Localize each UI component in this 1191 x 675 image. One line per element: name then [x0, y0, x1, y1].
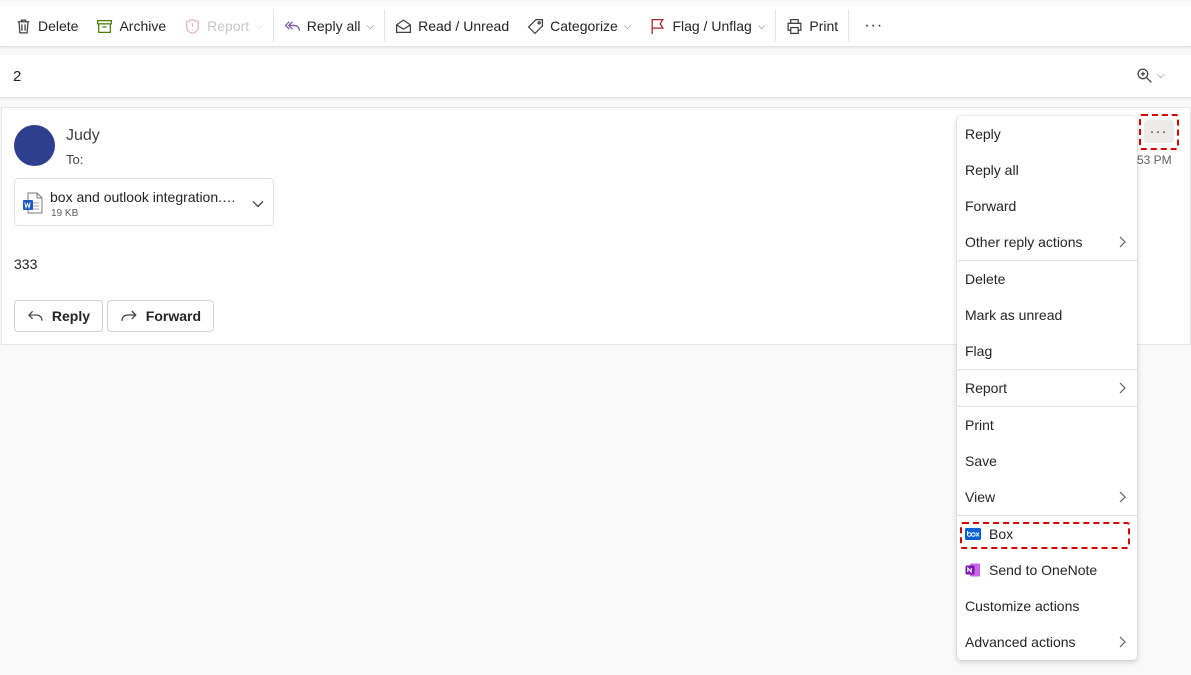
- box-logo-icon: [965, 528, 981, 540]
- menu-item-advanced-actions[interactable]: Advanced actions: [957, 624, 1137, 660]
- forward-label: Forward: [145, 308, 201, 324]
- menu-item-save[interactable]: Save: [957, 443, 1137, 479]
- menu-item-flag[interactable]: Flag: [957, 333, 1137, 369]
- chevron-down-icon[interactable]: [251, 197, 265, 211]
- read-unread-label: Read / Unread: [418, 18, 510, 34]
- categorize-label: Categorize: [550, 18, 618, 34]
- menu-item-label: Print: [965, 417, 994, 433]
- flag-label: Flag / Unflag: [672, 18, 752, 34]
- menu-item-report[interactable]: Report: [957, 370, 1137, 406]
- word-doc-icon: [23, 192, 43, 214]
- zoom-in-icon: [1137, 68, 1152, 83]
- menu-item-label: Reply: [965, 126, 1001, 142]
- report-label: Report: [207, 18, 250, 34]
- menu-item-label: Report: [965, 380, 1008, 396]
- reply-all-button[interactable]: Reply all ⌵: [275, 10, 383, 42]
- envelope-open-icon: [396, 18, 412, 33]
- menu-item-label: View: [965, 489, 996, 505]
- toolbar-divider: [384, 10, 386, 42]
- printer-icon: [787, 18, 802, 34]
- menu-item-label: Reply all: [965, 162, 1019, 178]
- chevron-down-icon: ⌵: [757, 20, 766, 32]
- menu-item-label: Customize actions: [965, 598, 1080, 614]
- reply-icon: [28, 310, 43, 321]
- archive-label: Archive: [119, 18, 167, 34]
- reply-button[interactable]: Reply: [14, 300, 103, 332]
- menu-item-label: Send to OneNote: [989, 562, 1098, 578]
- menu-item-view[interactable]: View: [957, 479, 1137, 515]
- forward-icon: [121, 310, 137, 321]
- menu-item-mark-unread[interactable]: Mark as unread: [957, 297, 1137, 333]
- message-subject: 2: [13, 68, 22, 85]
- menu-item-box[interactable]: Box: [957, 516, 1137, 552]
- menu-item-print[interactable]: Print: [957, 407, 1137, 443]
- menu-item-other-reply-actions[interactable]: Other reply actions: [957, 224, 1137, 260]
- command-toolbar: Delete Archive Report ⌵ Reply all ⌵ Read…: [0, 6, 1191, 47]
- delete-button[interactable]: Delete: [6, 10, 87, 42]
- more-actions-menu: Reply Reply all Forward Other reply acti…: [957, 116, 1137, 660]
- print-button[interactable]: Print: [777, 10, 847, 42]
- flag-icon: [651, 18, 665, 34]
- chevron-down-icon: ⌵: [255, 20, 263, 32]
- attachment-name: box and outlook integration.docx: [50, 189, 240, 205]
- message-body: 333: [14, 256, 38, 272]
- chevron-down-icon: ⌵: [1157, 70, 1165, 81]
- read-unread-button[interactable]: Read / Unread: [386, 10, 518, 42]
- attachment-card[interactable]: box and outlook integration.docx 19 KB: [14, 178, 274, 226]
- menu-item-delete[interactable]: Delete: [957, 261, 1137, 297]
- menu-item-customize-actions[interactable]: Customize actions: [957, 588, 1137, 624]
- menu-item-label: Other reply actions: [965, 234, 1083, 250]
- toolbar-divider: [775, 10, 777, 42]
- forward-button[interactable]: Forward: [107, 300, 214, 332]
- message-time: 53 PM: [1137, 153, 1172, 167]
- print-label: Print: [809, 18, 839, 34]
- menu-item-label: Mark as unread: [965, 307, 1063, 323]
- shield-icon: [186, 18, 200, 34]
- avatar[interactable]: [14, 125, 55, 166]
- zoom-button[interactable]: ⌵: [1136, 67, 1165, 84]
- menu-item-label: Flag: [965, 343, 993, 359]
- chevron-right-icon: [1119, 636, 1126, 648]
- trash-icon: [17, 18, 30, 34]
- archive-button[interactable]: Archive: [87, 10, 175, 42]
- menu-item-label: Delete: [965, 271, 1006, 287]
- tag-icon: [527, 18, 544, 34]
- menu-item-label: Save: [965, 453, 997, 469]
- more-dots: ···: [1143, 120, 1174, 143]
- attachment-size: 19 KB: [51, 208, 79, 219]
- menu-item-reply[interactable]: Reply: [957, 116, 1137, 152]
- onenote-icon: [965, 563, 980, 577]
- chevron-right-icon: [1119, 491, 1126, 503]
- flag-button[interactable]: Flag / Unflag ⌵: [640, 10, 774, 42]
- chevron-down-icon: ⌵: [623, 20, 632, 32]
- subject-bar: 2 ⌵: [0, 55, 1191, 98]
- to-label: To:: [66, 152, 84, 167]
- menu-item-send-to-onenote[interactable]: Send to OneNote: [957, 552, 1137, 588]
- chevron-down-icon: ⌵: [366, 20, 375, 32]
- menu-item-forward[interactable]: Forward: [957, 188, 1137, 224]
- reply-all-label: Reply all: [306, 18, 361, 34]
- toolbar-divider: [848, 10, 850, 42]
- message-more-button[interactable]: ···: [1139, 114, 1178, 149]
- toolbar-more-button[interactable]: ···: [850, 10, 897, 42]
- reply-all-icon: [284, 20, 300, 31]
- sender-name[interactable]: Judy: [66, 127, 100, 145]
- categorize-button[interactable]: Categorize ⌵: [518, 10, 640, 42]
- menu-item-reply-all[interactable]: Reply all: [957, 152, 1137, 188]
- menu-item-label: Box: [989, 526, 1014, 542]
- chevron-right-icon: [1119, 236, 1126, 248]
- archive-icon: [97, 19, 113, 33]
- reply-label: Reply: [51, 308, 90, 324]
- menu-item-label: Forward: [965, 198, 1017, 214]
- delete-label: Delete: [38, 18, 79, 34]
- toolbar-divider: [272, 10, 274, 42]
- chevron-right-icon: [1119, 382, 1126, 394]
- menu-item-label: Advanced actions: [965, 634, 1076, 650]
- report-button[interactable]: Report ⌵: [175, 10, 272, 42]
